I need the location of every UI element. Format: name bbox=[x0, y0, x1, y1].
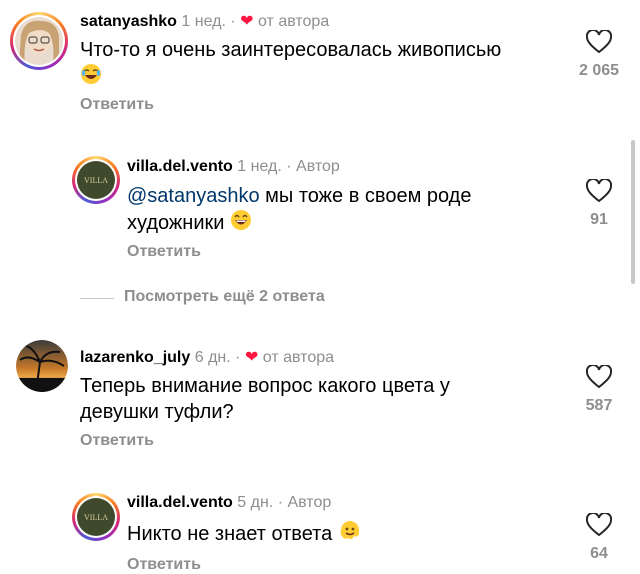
reply-button[interactable]: Ответить bbox=[127, 243, 201, 261]
comment-meta: lazarenko_july 6 дн. · ❤ от автора bbox=[80, 347, 334, 367]
svg-text:VILLA: VILLA bbox=[84, 513, 108, 522]
separator: · bbox=[230, 13, 236, 30]
heart-outline-icon[interactable] bbox=[569, 30, 629, 54]
like-control: 587 bbox=[569, 365, 629, 415]
like-count: 587 bbox=[585, 397, 613, 414]
view-more-replies-button[interactable]: Посмотреть ещё 2 ответа bbox=[124, 288, 325, 306]
melting-face-emoji-icon bbox=[338, 520, 362, 549]
separator: · bbox=[277, 494, 284, 511]
avatar-ring[interactable] bbox=[10, 12, 68, 70]
avatar: VILLA bbox=[75, 159, 117, 201]
like-count: 2 065 bbox=[578, 62, 620, 79]
reply-button[interactable]: Ответить bbox=[80, 432, 154, 450]
separator: · bbox=[286, 158, 292, 175]
comment-text: Никто не знает ответа bbox=[127, 520, 547, 549]
like-count: 64 bbox=[590, 545, 608, 562]
author-badge: Автор bbox=[296, 158, 340, 175]
heart-outline-icon[interactable] bbox=[569, 365, 629, 389]
username[interactable]: villa.del.vento bbox=[127, 494, 233, 511]
comment-meta: villa.del.vento 5 дн. · Автор bbox=[127, 494, 331, 512]
timestamp: 6 дн. bbox=[194, 349, 231, 366]
avatar-ring[interactable]: VILLA bbox=[72, 156, 120, 204]
avatar-ring[interactable]: VILLA bbox=[72, 493, 120, 541]
heart-icon: ❤ bbox=[240, 13, 254, 30]
comment-body: Никто не знает ответа bbox=[127, 522, 333, 545]
username[interactable]: lazarenko_july bbox=[80, 349, 190, 366]
username[interactable]: satanyashko bbox=[80, 13, 177, 30]
comment-body: Теперь внимание вопрос какого цвета у bbox=[80, 375, 450, 397]
more-replies-divider bbox=[80, 298, 114, 299]
timestamp: 5 дн. bbox=[237, 494, 274, 511]
username[interactable]: villa.del.vento bbox=[127, 158, 233, 175]
avatar bbox=[13, 15, 65, 67]
comment-meta: villa.del.vento 1 нед. · Автор bbox=[127, 158, 340, 176]
comment-body: Что-то я очень заинтересовалась живопись… bbox=[80, 39, 502, 61]
comment-body: мы тоже в своем роде bbox=[259, 185, 472, 207]
comment-body-line2: девушки туфли? bbox=[80, 401, 234, 423]
comment-text: @satanyashko мы тоже в своем роде художн… bbox=[127, 183, 547, 238]
author-badge: Автор bbox=[287, 494, 332, 511]
author-liked-badge: от автора bbox=[258, 13, 330, 30]
heart-outline-icon[interactable] bbox=[569, 513, 629, 537]
author-liked-badge: от автора bbox=[262, 349, 335, 366]
timestamp: 1 нед. bbox=[181, 13, 226, 30]
mention-link[interactable]: @satanyashko bbox=[127, 185, 260, 207]
separator: · bbox=[235, 349, 241, 366]
comment-text: Теперь внимание вопрос какого цвета у де… bbox=[80, 373, 550, 425]
svg-text:VILLA: VILLA bbox=[84, 176, 108, 185]
like-control: 64 bbox=[569, 513, 629, 563]
grinning-emoji-icon bbox=[230, 209, 252, 238]
reply-button[interactable]: Ответить bbox=[80, 96, 154, 114]
laughing-emoji-icon bbox=[80, 63, 102, 92]
avatar[interactable] bbox=[16, 340, 68, 392]
like-count: 91 bbox=[590, 211, 608, 228]
like-control: 2 065 bbox=[569, 30, 629, 80]
reply-button[interactable]: Ответить bbox=[127, 556, 201, 574]
comment-meta: satanyashko 1 нед. · ❤ от автора bbox=[80, 11, 329, 31]
timestamp: 1 нед. bbox=[237, 158, 282, 175]
like-control: 91 bbox=[569, 179, 629, 229]
avatar: VILLA bbox=[75, 496, 117, 538]
heart-outline-icon[interactable] bbox=[569, 179, 629, 203]
heart-icon: ❤ bbox=[244, 349, 259, 366]
comment-text: Что-то я очень заинтересовалась живопись… bbox=[80, 37, 560, 92]
comment-body-line2: художники bbox=[127, 211, 225, 234]
scrollbar[interactable] bbox=[631, 140, 635, 284]
